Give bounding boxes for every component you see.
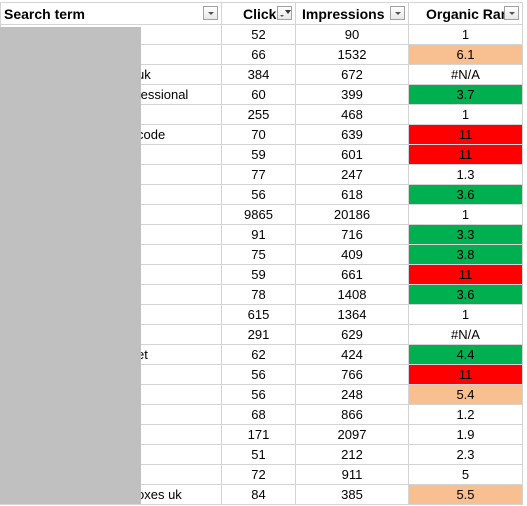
filter-active-clicks-icon[interactable] (277, 6, 292, 20)
cell-organic-rank[interactable]: 2.3 (408, 444, 523, 465)
cell-impressions[interactable]: 766 (295, 364, 409, 385)
cell-organic-rank[interactable]: 3.3 (408, 224, 523, 245)
cell-clicks[interactable]: 171 (221, 424, 296, 445)
cell-clicks[interactable]: 59 (221, 264, 296, 285)
cell-clicks[interactable]: 59 (221, 144, 296, 165)
cell-impressions[interactable]: 716 (295, 224, 409, 245)
cell-organic-rank[interactable]: 6.1 (408, 44, 523, 65)
cell-organic-rank[interactable]: 11 (408, 144, 523, 165)
cell-organic-rank[interactable]: 1 (408, 104, 523, 125)
cell-organic-rank[interactable]: #N/A (408, 64, 523, 85)
cell-clicks[interactable]: 68 (221, 404, 296, 425)
cell-organic-rank[interactable]: 1 (408, 204, 523, 225)
cell-clicks[interactable]: 72 (221, 464, 296, 485)
cell-impressions[interactable]: 212 (295, 444, 409, 465)
cell-organic-rank[interactable]: 11 (408, 364, 523, 385)
cell-clicks[interactable]: 62 (221, 344, 296, 365)
cell-organic-rank[interactable]: 5.4 (408, 384, 523, 405)
cell-impressions[interactable]: 248 (295, 384, 409, 405)
cell-impressions[interactable]: 639 (295, 124, 409, 145)
header-search-term: Search term (0, 2, 222, 25)
cell-organic-rank[interactable]: 5.5 (408, 484, 523, 505)
cell-impressions[interactable]: 661 (295, 264, 409, 285)
cell-impressions[interactable]: 424 (295, 344, 409, 365)
cell-organic-rank[interactable]: 3.8 (408, 244, 523, 265)
cell-organic-rank[interactable]: 5 (408, 464, 523, 485)
filter-dropdown-search-term-icon[interactable] (203, 6, 218, 20)
redaction-box (0, 27, 141, 504)
cell-clicks[interactable]: 384 (221, 64, 296, 85)
cell-impressions[interactable]: 601 (295, 144, 409, 165)
cell-impressions[interactable]: 618 (295, 184, 409, 205)
cell-impressions[interactable]: 911 (295, 464, 409, 485)
cell-organic-rank[interactable]: 1.3 (408, 164, 523, 185)
cell-organic-rank[interactable]: #N/A (408, 324, 523, 345)
cell-organic-rank[interactable]: 3.7 (408, 84, 523, 105)
cell-impressions[interactable]: 468 (295, 104, 409, 125)
cell-clicks[interactable]: 66 (221, 44, 296, 65)
cell-impressions[interactable]: 1532 (295, 44, 409, 65)
cell-clicks[interactable]: 56 (221, 384, 296, 405)
cell-clicks[interactable]: 291 (221, 324, 296, 345)
header-clicks: Clicks (221, 2, 296, 25)
cell-impressions[interactable]: 385 (295, 484, 409, 505)
cell-impressions[interactable]: 672 (295, 64, 409, 85)
spreadsheet: Search term Clicks Impressions Organic R… (0, 0, 527, 506)
cell-impressions[interactable]: 1408 (295, 284, 409, 305)
cell-clicks[interactable]: 91 (221, 224, 296, 245)
cell-clicks[interactable]: 56 (221, 364, 296, 385)
cell-clicks[interactable]: 615 (221, 304, 296, 325)
cell-organic-rank[interactable]: 11 (408, 124, 523, 145)
cell-clicks[interactable]: 84 (221, 484, 296, 505)
cell-impressions[interactable]: 399 (295, 84, 409, 105)
cell-organic-rank[interactable]: 1 (408, 24, 523, 45)
header-impressions: Impressions (295, 2, 409, 25)
header-organic-rank: Organic Rank (408, 2, 523, 25)
cell-organic-rank[interactable]: 3.6 (408, 284, 523, 305)
header-search-term-label: Search term (4, 6, 85, 22)
cell-impressions[interactable]: 409 (295, 244, 409, 265)
cell-clicks[interactable]: 77 (221, 164, 296, 185)
cell-impressions[interactable]: 2097 (295, 424, 409, 445)
cell-clicks[interactable]: 255 (221, 104, 296, 125)
cell-clicks[interactable]: 60 (221, 84, 296, 105)
cell-clicks[interactable]: 78 (221, 284, 296, 305)
cell-clicks[interactable]: 52 (221, 24, 296, 45)
filter-dropdown-organic-rank-icon[interactable] (504, 6, 519, 20)
filter-dropdown-impressions-icon[interactable] (390, 6, 405, 20)
cell-impressions[interactable]: 1364 (295, 304, 409, 325)
cell-organic-rank[interactable]: 11 (408, 264, 523, 285)
cell-impressions[interactable]: 629 (295, 324, 409, 345)
cell-clicks[interactable]: 9865 (221, 204, 296, 225)
cell-impressions[interactable]: 866 (295, 404, 409, 425)
cell-clicks[interactable]: 75 (221, 244, 296, 265)
cell-organic-rank[interactable]: 1.9 (408, 424, 523, 445)
cell-impressions[interactable]: 20186 (295, 204, 409, 225)
cell-organic-rank[interactable]: 3.6 (408, 184, 523, 205)
cell-organic-rank[interactable]: 1.2 (408, 404, 523, 425)
cell-organic-rank[interactable]: 1 (408, 304, 523, 325)
cell-impressions[interactable]: 90 (295, 24, 409, 45)
cell-impressions[interactable]: 247 (295, 164, 409, 185)
header-row: Search term Clicks Impressions Organic R… (0, 2, 523, 25)
header-impressions-label: Impressions (302, 6, 385, 22)
cell-clicks[interactable]: 56 (221, 184, 296, 205)
cell-organic-rank[interactable]: 4.4 (408, 344, 523, 365)
cell-clicks[interactable]: 51 (221, 444, 296, 465)
cell-clicks[interactable]: 70 (221, 124, 296, 145)
